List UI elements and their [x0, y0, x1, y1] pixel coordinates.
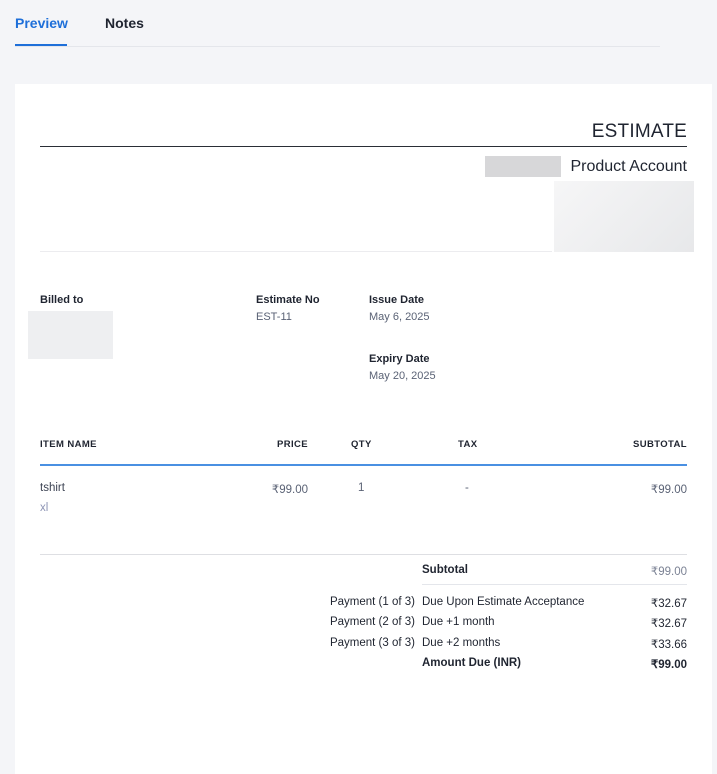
column-header-qty: QTY: [351, 439, 372, 450]
tab-preview[interactable]: Preview: [15, 15, 68, 31]
estimate-document: ESTIMATE Product Account Billed to Estim…: [15, 84, 712, 774]
column-header-subtotal: SUBTOTAL: [632, 439, 687, 450]
subtotal-divider: [422, 584, 687, 585]
header-divider: [40, 251, 552, 252]
item-name: tshirt: [40, 482, 65, 494]
company-name: Product Account: [570, 158, 687, 175]
tab-notes[interactable]: Notes: [105, 15, 144, 31]
column-header-price: PRICE: [276, 439, 308, 450]
payment-due: Due +2 months: [422, 637, 501, 649]
payment-amount: ₹32.67: [650, 598, 687, 610]
active-tab-indicator: [15, 44, 67, 46]
item-description: xl: [40, 502, 49, 514]
items-divider: [40, 554, 687, 555]
document-title: ESTIMATE: [591, 121, 687, 142]
payment-label: Payment (3 of 3): [329, 637, 415, 649]
item-qty: 1: [358, 482, 365, 494]
amount-due-value: ₹99.00: [650, 659, 687, 671]
item-subtotal: ₹99.00: [650, 484, 687, 496]
item-price: ₹99.00: [271, 484, 308, 496]
title-divider: [40, 146, 687, 147]
billed-to-label: Billed to: [40, 294, 84, 306]
item-tax: -: [465, 482, 469, 494]
payment-due: Due +1 month: [422, 616, 495, 628]
estimate-no-value: EST-11: [256, 311, 292, 323]
tab-bar: Preview Notes: [15, 0, 660, 47]
payment-amount: ₹32.67: [650, 618, 687, 630]
estimate-no-label: Estimate No: [256, 294, 320, 306]
payment-label: Payment (2 of 3): [329, 616, 415, 628]
column-header-item: ITEM NAME: [40, 439, 97, 450]
issue-date-value: May 6, 2025: [369, 311, 430, 323]
client-details-placeholder: [28, 311, 113, 359]
company-logo-placeholder: [554, 181, 694, 252]
company-address-placeholder: [485, 156, 561, 177]
expiry-date-label: Expiry Date: [369, 353, 430, 365]
column-header-tax: TAX: [458, 439, 478, 450]
issue-date-label: Issue Date: [369, 294, 425, 306]
expiry-date-value: May 20, 2025: [369, 370, 436, 382]
amount-due-label: Amount Due (INR): [422, 657, 522, 669]
subtotal-value: ₹99.00: [650, 566, 687, 578]
payment-amount: ₹33.66: [650, 639, 687, 651]
subtotal-label: Subtotal: [422, 564, 468, 576]
payment-due: Due Upon Estimate Acceptance: [422, 596, 585, 608]
payment-label: Payment (1 of 3): [329, 596, 415, 608]
table-header-divider: [40, 464, 687, 466]
